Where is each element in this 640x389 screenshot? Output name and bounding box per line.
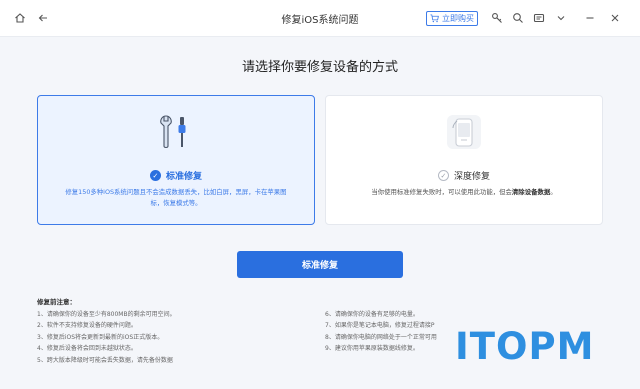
note-item: 5、跨大版本降级时可能会丢失数据，请先备份数据 bbox=[37, 356, 173, 364]
standard-repair-description: 修复150多种iOS系统问题且不会造成数据丢失，比如白屏，黑屏，卡在苹果图标，恢… bbox=[65, 188, 287, 207]
repair-tools-icon bbox=[160, 115, 186, 149]
start-repair-button[interactable]: 标准修复 bbox=[237, 251, 403, 278]
deep-repair-description: 当你使用标准修复失败时，可以使用此功能，但会清除设备数据。 bbox=[348, 187, 580, 198]
message-icon[interactable] bbox=[530, 9, 548, 27]
note-item: 7、如果你是笔记本电脑，修复过程请接P bbox=[325, 322, 435, 330]
note-item: 9、建议你用苹果原装数据线修复。 bbox=[325, 345, 419, 353]
unchecked-radio-icon[interactable]: ✓ bbox=[437, 170, 449, 181]
deep-repair-card[interactable]: ✓ 深度修复 当你使用标准修复失败时，可以使用此功能，但会清除设备数据。 bbox=[325, 95, 603, 225]
standard-repair-card[interactable]: ✓ 标准修复 修复150多种iOS系统问题且不会造成数据丢失，比如白屏，黑屏，卡… bbox=[37, 95, 315, 225]
watermark-logo: ITOPM bbox=[455, 325, 595, 368]
notes-left-list: 1、请确保你的设备至少有800MB的剩余可用空间。 2、软件不支持修复设备的硬件… bbox=[37, 309, 176, 366]
search-icon[interactable] bbox=[509, 9, 527, 27]
deep-repair-title: 深度修复 bbox=[453, 172, 490, 182]
key-icon[interactable] bbox=[488, 9, 506, 27]
close-icon[interactable] bbox=[606, 9, 624, 27]
note-item: 8、请确保你电脑的网络处于一个正常可用 bbox=[325, 333, 437, 341]
note-item: 6、请确保你的设备有足够的电量。 bbox=[325, 311, 419, 318]
deep-desc-warning: 清除设备数据 bbox=[511, 188, 551, 196]
note-item: 2、软件不支持修复设备的硬件问题。 bbox=[37, 322, 137, 330]
title-bar: 修复iOS系统问题 立即购买 bbox=[0, 0, 640, 37]
checked-radio-icon[interactable]: ✓ bbox=[149, 170, 161, 181]
chevron-down-icon[interactable] bbox=[552, 9, 570, 27]
note-item: 3、修复后iOS将会更新到最新的iOS正式版本。 bbox=[37, 333, 164, 341]
minimize-icon[interactable] bbox=[581, 9, 599, 27]
notes-title: 修复前注意： bbox=[37, 298, 76, 306]
app-window: 修复iOS系统问题 立即购买 请选择你要修复设备的方式 ✓ 标准修复 修复150… bbox=[0, 0, 640, 389]
cart-icon bbox=[430, 14, 439, 23]
deep-desc-text: 当你使用标准修复失败时，可以使用此功能，但会 bbox=[371, 188, 512, 196]
device-repair-icon bbox=[447, 115, 481, 149]
buy-now-button[interactable]: 立即购买 bbox=[426, 11, 478, 26]
page-heading: 请选择你要修复设备的方式 bbox=[241, 60, 398, 75]
deep-desc-end: 。 bbox=[550, 188, 557, 196]
deep-repair-title-row: ✓ 深度修复 bbox=[326, 169, 602, 182]
buy-now-label: 立即购买 bbox=[442, 14, 474, 23]
standard-repair-title: 标准修复 bbox=[165, 172, 202, 182]
standard-repair-title-row: ✓ 标准修复 bbox=[38, 169, 314, 182]
note-item: 1、请确保你的设备至少有800MB的剩余可用空间。 bbox=[37, 311, 176, 318]
notes-right-list: 6、请确保你的设备有足够的电量。 7、如果你是笔记本电脑，修复过程请接P 8、请… bbox=[325, 309, 437, 355]
note-item: 4、修复后设备将会回到未越狱状态。 bbox=[37, 345, 137, 353]
